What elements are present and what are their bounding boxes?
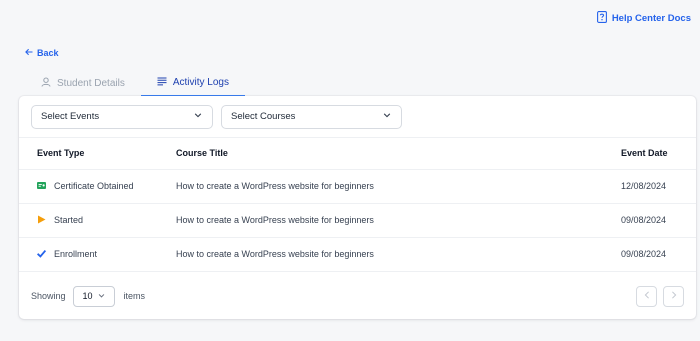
tab-student-details[interactable]: Student Details (25, 70, 141, 97)
tab-student-details-label: Student Details (57, 78, 125, 89)
list-icon (157, 76, 167, 89)
certificate-icon (37, 181, 46, 192)
activity-logs-card: Select Events Select Courses Event Type … (19, 96, 696, 319)
select-events-dropdown[interactable]: Select Events (31, 104, 213, 129)
column-header-course-title: Course Title (176, 138, 621, 170)
event-type-label: Started (54, 215, 84, 225)
select-courses-dropdown[interactable]: Select Courses (221, 104, 402, 129)
items-per-page-select[interactable]: 10 (72, 285, 115, 307)
next-page-button[interactable] (663, 285, 684, 307)
chevron-right-icon (671, 291, 677, 301)
tab-activity-logs[interactable]: Activity Logs (140, 70, 245, 97)
column-header-event-date: Event Date (621, 138, 696, 170)
tab-bar: Student Details Activity Logs (25, 70, 245, 97)
help-center-docs-link[interactable]: Help Center Docs (596, 11, 691, 26)
items-per-page-value: 10 (82, 291, 93, 301)
course-title-cell: How to create a WordPress website for be… (176, 169, 621, 204)
chevron-left-icon (644, 291, 650, 301)
table-row: Certificate Obtained How to create a Wor… (19, 169, 696, 204)
showing-label: Showing (31, 291, 66, 301)
tab-activity-logs-label: Activity Logs (172, 77, 229, 88)
event-date-cell: 12/08/2024 (621, 169, 696, 204)
filter-bar: Select Events Select Courses (19, 96, 696, 138)
column-header-event-type: Event Type (19, 138, 176, 170)
play-icon (37, 215, 46, 226)
chevron-down-icon (383, 111, 391, 122)
chevron-down-icon (98, 291, 105, 301)
pagination (636, 285, 684, 307)
checkmark-icon (36, 249, 47, 260)
activity-log-table: Event Type Course Title Event Date Certi… (19, 138, 696, 272)
table-row: Enrollment How to create a WordPress web… (19, 237, 696, 272)
course-title-cell: How to create a WordPress website for be… (176, 203, 621, 238)
back-label: Back (37, 48, 59, 58)
table-header-row: Event Type Course Title Event Date (19, 138, 696, 170)
event-date-cell: 09/08/2024 (621, 237, 696, 272)
back-link[interactable]: Back (25, 48, 59, 58)
help-center-docs-label: Help Center Docs (611, 13, 691, 24)
event-type-cell: Started (19, 203, 176, 238)
select-courses-label: Select Courses (231, 111, 296, 122)
event-type-cell: Certificate Obtained (19, 169, 176, 204)
event-type-cell: Enrollment (19, 237, 176, 272)
event-type-label: Certificate Obtained (54, 181, 134, 191)
items-label: items (123, 291, 146, 301)
previous-page-button[interactable] (636, 285, 657, 307)
table-row: Started How to create a WordPress websit… (19, 203, 696, 238)
select-events-label: Select Events (41, 111, 100, 122)
user-icon (41, 77, 51, 90)
arrow-left-icon (25, 48, 33, 58)
table-footer: Showing 10 items (19, 273, 696, 319)
chevron-down-icon (194, 111, 202, 122)
event-date-cell: 09/08/2024 (621, 203, 696, 238)
help-doc-icon (596, 11, 607, 26)
course-title-cell: How to create a WordPress website for be… (176, 237, 621, 272)
event-type-label: Enrollment (54, 249, 98, 259)
